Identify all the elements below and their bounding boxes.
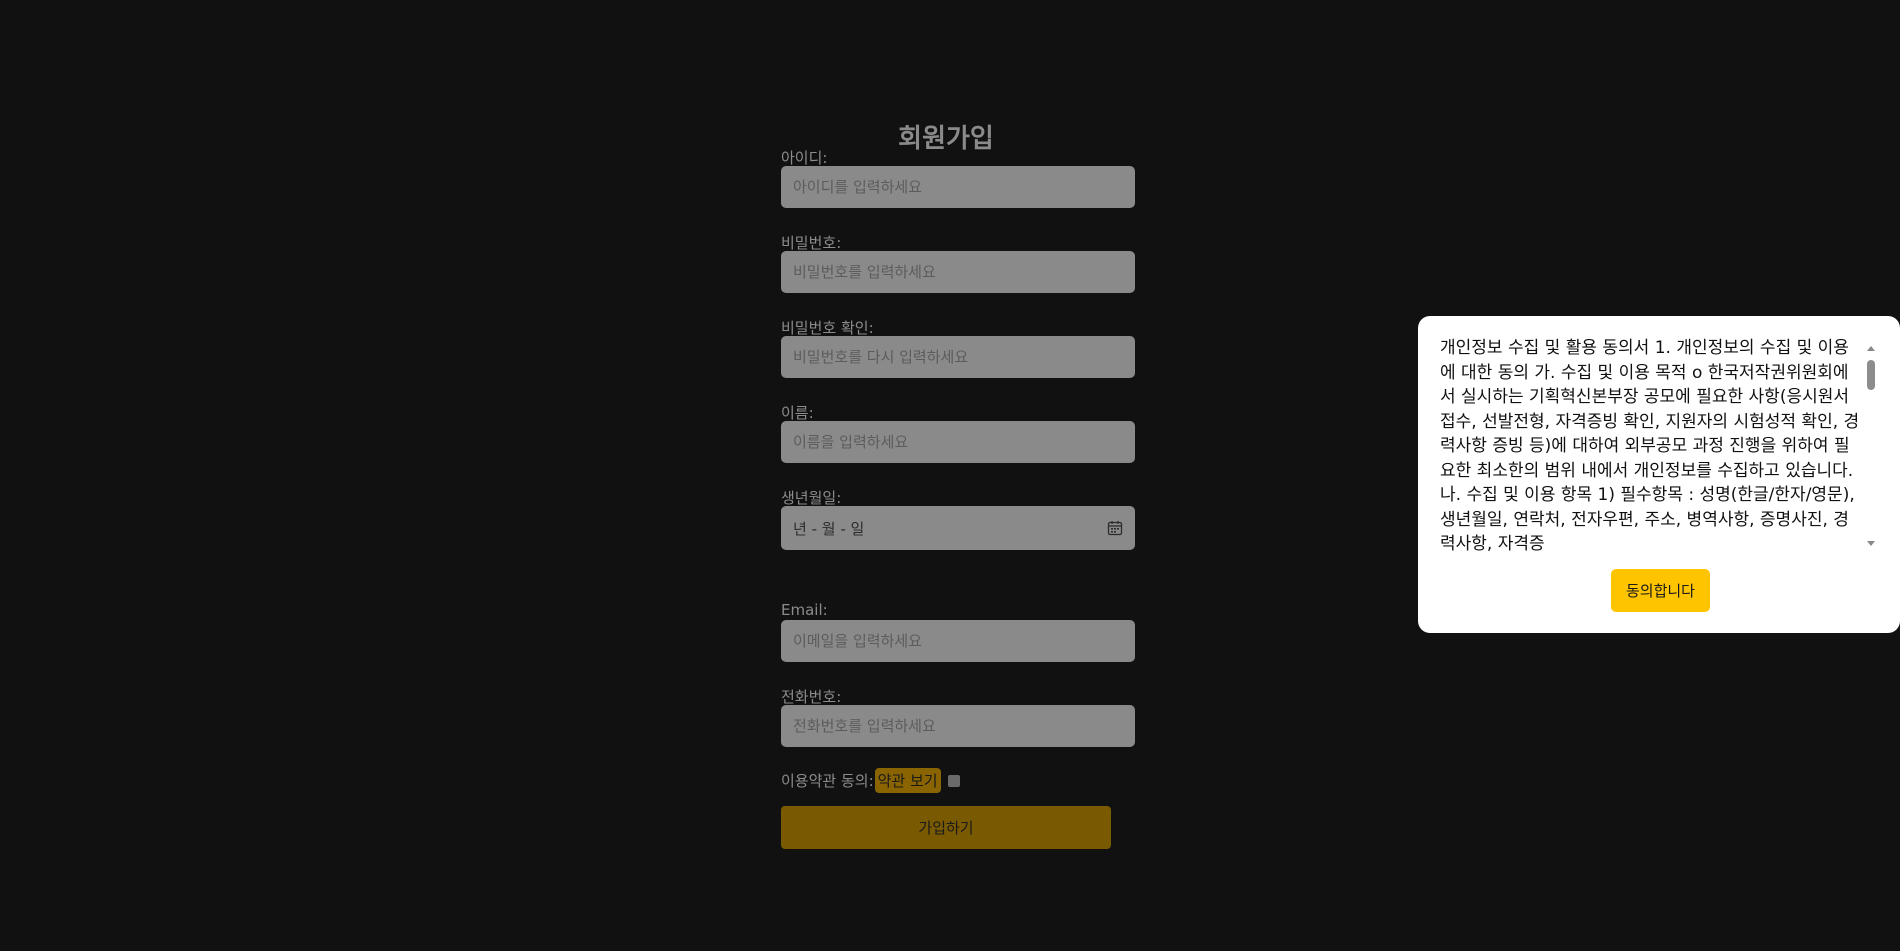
id-input[interactable]: [781, 166, 1135, 208]
terms-text: 개인정보 수집 및 활용 동의서 1. 개인정보의 수집 및 이용에 대한 동의…: [1440, 338, 1860, 554]
scroll-thumb[interactable]: [1867, 360, 1875, 390]
name-label: 이름:: [781, 404, 814, 422]
password-input[interactable]: [781, 251, 1135, 293]
scroll-down-icon[interactable]: [1867, 541, 1875, 546]
name-input[interactable]: [781, 421, 1135, 463]
view-terms-button[interactable]: 약관 보기: [874, 768, 941, 793]
page-title: 회원가입: [898, 124, 994, 154]
phone-input[interactable]: [781, 705, 1135, 747]
birth-label: 생년월일:: [781, 489, 842, 507]
birth-date-value: 년 - 월 - 일: [793, 519, 865, 538]
terms-checkbox[interactable]: [947, 774, 960, 787]
email-label: Email:: [781, 601, 828, 619]
agree-button[interactable]: 동의합니다: [1611, 569, 1710, 612]
id-label: 아이디:: [781, 149, 828, 167]
terms-label: 이용약관 동의:: [781, 772, 874, 790]
terms-scrollbar[interactable]: [1864, 340, 1878, 550]
calendar-icon[interactable]: [1107, 520, 1123, 536]
signup-button[interactable]: 가입하기: [781, 806, 1111, 849]
birth-date-input[interactable]: 년 - 월 - 일: [781, 506, 1135, 550]
password-confirm-label: 비밀번호 확인:: [781, 319, 874, 337]
terms-row: 이용약관 동의: 약관 보기: [781, 768, 960, 793]
phone-label: 전화번호:: [781, 688, 842, 706]
email-input[interactable]: [781, 620, 1135, 662]
scroll-up-icon[interactable]: [1867, 346, 1875, 351]
password-confirm-input[interactable]: [781, 336, 1135, 378]
password-label: 비밀번호:: [781, 234, 842, 252]
